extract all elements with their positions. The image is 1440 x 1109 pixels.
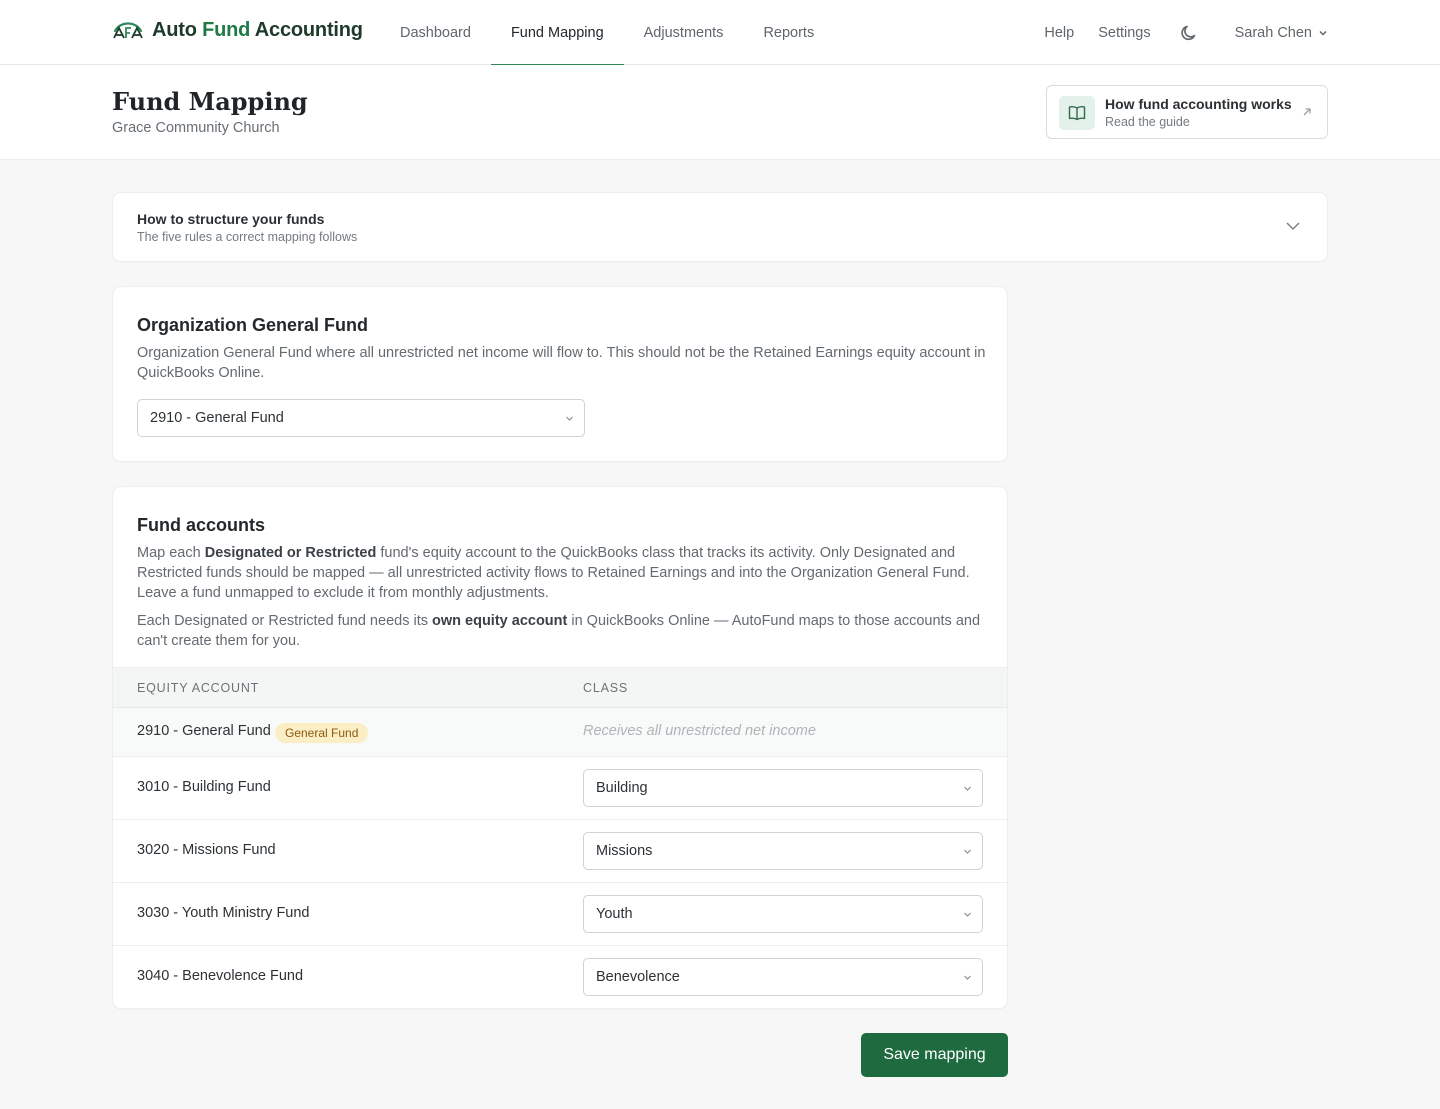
page-header: Fund Mapping Grace Community Church How … (0, 65, 1440, 160)
organization-name: Grace Community Church (112, 120, 280, 136)
fund-accounts-heading: Fund accounts (137, 515, 266, 535)
page-title: Fund Mapping (112, 87, 308, 116)
account-name: 3020 - Missions Fund (137, 842, 276, 858)
table-row: 3010 - Building Fund Building (113, 757, 1007, 820)
general-fund-description: Organization General Fund where all unre… (137, 345, 986, 381)
guide-icon-tile (1059, 96, 1095, 130)
top-navigation: Auto Fund Accounting Dashboard Fund Mapp… (0, 0, 1440, 66)
app-logo[interactable]: Auto Fund Accounting (112, 16, 363, 44)
class-select-benevolence[interactable]: Benevolence (583, 958, 983, 996)
fund-accounts-intro: Map each Designated or Restricted fund's… (137, 545, 970, 601)
table-row-general-fund: 2910 - General Fund General Fund Receive… (113, 708, 1007, 757)
chevron-down-icon (566, 416, 573, 421)
column-class: CLASS (583, 681, 628, 695)
fund-table-header: EQUITY ACCOUNT CLASS (113, 667, 1007, 708)
table-row: 3030 - Youth Ministry Fund Youth (113, 883, 1007, 946)
general-fund-card: Organization General Fund Organization G… (113, 287, 1007, 461)
class-select-youth[interactable]: Youth (583, 895, 983, 933)
chevron-down-icon (964, 975, 971, 980)
general-fund-selected: 2910 - General Fund (150, 410, 284, 426)
chevron-down-icon (964, 912, 971, 917)
account-name: 2910 - General Fund (137, 723, 271, 739)
chevron-down-icon (1319, 30, 1327, 36)
guide-title: How fund accounting works (1105, 96, 1292, 112)
nav-right: Help Settings Sarah Chen (1044, 0, 1328, 65)
nav-adjustments[interactable]: Adjustments (624, 0, 744, 65)
general-fund-heading: Organization General Fund (137, 315, 369, 335)
afa-logo-icon (113, 22, 143, 39)
fund-accounts-note: Each Designated or Restricted fund needs… (137, 613, 981, 649)
account-name: 3040 - Benevolence Fund (137, 968, 304, 984)
class-select-building[interactable]: Building (583, 769, 983, 807)
general-fund-badge: General Fund (275, 723, 369, 743)
settings-link[interactable]: Settings (1098, 25, 1150, 41)
guide-subtitle: Read the guide (1105, 115, 1190, 129)
user-menu[interactable]: Sarah Chen (1235, 25, 1328, 41)
help-link[interactable]: Help (1044, 25, 1074, 41)
class-selected: Building (596, 780, 648, 796)
account-name: 3010 - Building Fund (137, 779, 271, 795)
fund-rules-accordion[interactable]: How to structure your funds The five rul… (113, 193, 1327, 261)
chevron-down-icon (964, 849, 971, 854)
class-selected: Missions (596, 843, 653, 859)
main-nav: Dashboard Fund Mapping Adjustments Repor… (380, 0, 834, 66)
chevron-down-icon (964, 786, 971, 791)
user-name: Sarah Chen (1234, 24, 1312, 41)
nav-dashboard[interactable]: Dashboard (380, 0, 491, 65)
external-arrow-icon (1303, 108, 1311, 116)
class-select-missions[interactable]: Missions (583, 832, 983, 870)
nav-reports[interactable]: Reports (743, 0, 834, 65)
moon-icon[interactable] (1179, 23, 1199, 43)
general-fund-note: Receives all unrestricted net income (583, 723, 816, 739)
class-selected: Youth (596, 906, 633, 922)
general-fund-select[interactable]: 2910 - General Fund (137, 399, 585, 437)
nav-fund-mapping[interactable]: Fund Mapping (490, 0, 624, 66)
app-name: Auto Fund Accounting (152, 18, 363, 41)
rules-title: How to structure your funds (137, 211, 325, 227)
guide-link-card[interactable]: How fund accounting works Read the guide (1046, 85, 1328, 139)
rules-subtitle: The five rules a correct mapping follows (137, 230, 358, 244)
account-name: 3030 - Youth Ministry Fund (137, 905, 310, 921)
class-selected: Benevolence (596, 969, 680, 985)
chevron-down-icon (1286, 222, 1300, 231)
column-equity-account: EQUITY ACCOUNT (137, 681, 260, 695)
save-mapping-button[interactable]: Save mapping (861, 1033, 1008, 1077)
table-row: 3040 - Benevolence Fund Benevolence (113, 946, 1007, 1008)
book-open-icon (1068, 106, 1086, 121)
fund-accounts-card: Fund accounts Map each Designated or Res… (113, 487, 1007, 1008)
table-row: 3020 - Missions Fund Missions (113, 820, 1007, 883)
